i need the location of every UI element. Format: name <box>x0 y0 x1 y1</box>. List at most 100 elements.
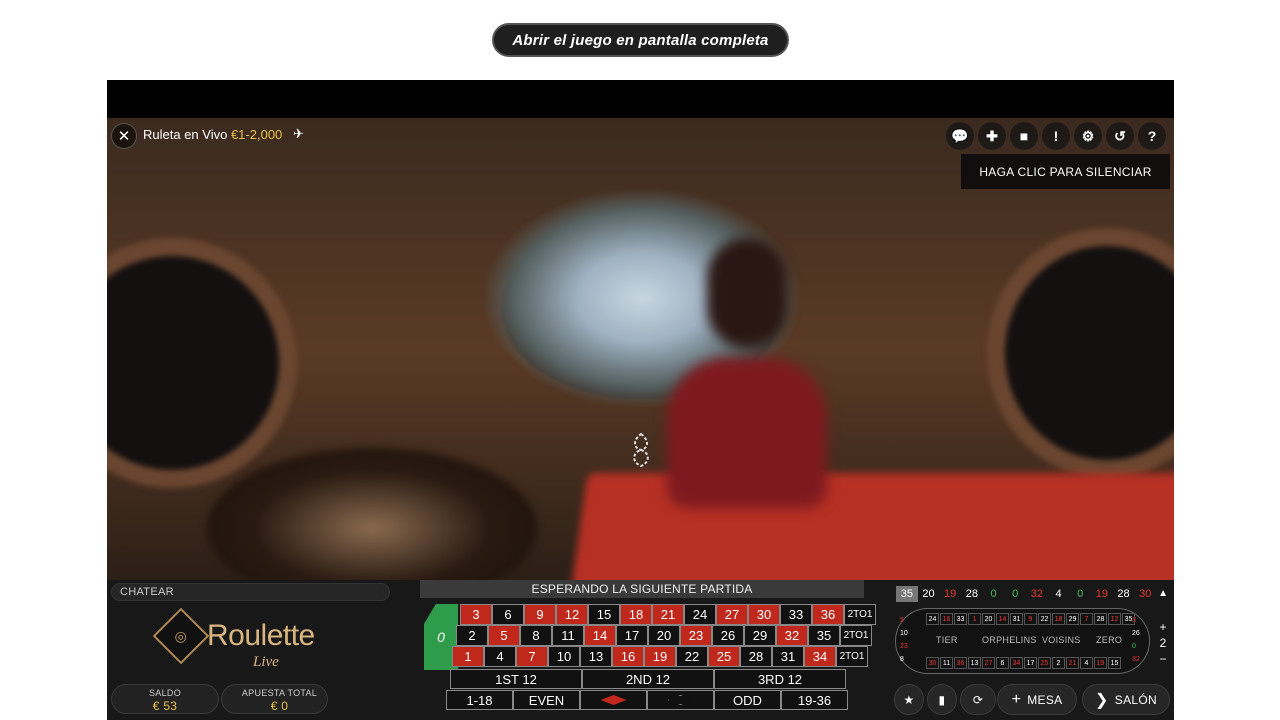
bet-dozen[interactable]: 2ND 12 <box>582 669 714 689</box>
bet-number[interactable]: 4 <box>484 646 516 667</box>
bet-number[interactable]: 14 <box>584 625 616 646</box>
bet-number[interactable]: 11 <box>552 625 584 646</box>
bet-outside[interactable]: 1-18 <box>446 690 513 710</box>
bet-number[interactable]: 34 <box>804 646 836 667</box>
racetrack-number[interactable]: 7 <box>1080 613 1093 625</box>
racetrack-number[interactable]: 20 <box>982 613 995 625</box>
bet-number[interactable]: 29 <box>744 625 776 646</box>
accessibility-icon[interactable]: ✚ <box>978 122 1006 150</box>
bet-number[interactable]: 18 <box>620 604 652 625</box>
racetrack-number[interactable]: 16 <box>940 613 953 625</box>
racetrack[interactable]: TIER ORPHELINS VOISINS ZERO 24 16 33 1 20 14 3… <box>895 608 1150 674</box>
camera-icon[interactable]: ■ <box>1010 122 1038 150</box>
racetrack-number[interactable]: 36 <box>954 657 967 669</box>
chat-input[interactable]: CHATEAR <box>111 583 390 601</box>
bet-number[interactable]: 20 <box>648 625 680 646</box>
bet-dozen[interactable]: 1ST 12 <box>450 669 582 689</box>
racetrack-number[interactable]: 6 <box>996 657 1009 669</box>
bet-number[interactable]: 26 <box>712 625 744 646</box>
racetrack-number[interactable]: 8 <box>900 656 904 663</box>
bet-number[interactable]: 28 <box>740 646 772 667</box>
help-icon[interactable]: ? <box>1138 122 1166 150</box>
racetrack-number[interactable]: 3 <box>1132 617 1136 624</box>
bet-outside[interactable]: 19-36 <box>781 690 848 710</box>
bet-number[interactable]: 6 <box>492 604 524 625</box>
statistics-button[interactable]: ▮ <box>927 684 957 715</box>
bet-number[interactable]: 22 <box>676 646 708 667</box>
racetrack-number[interactable]: 19 <box>1094 657 1107 669</box>
bet-number[interactable]: 12 <box>556 604 588 625</box>
bet-number[interactable]: 15 <box>588 604 620 625</box>
race-label-orphelins[interactable]: ORPHELINS <box>982 635 1037 645</box>
racetrack-number[interactable]: 11 <box>940 657 953 669</box>
racetrack-number[interactable]: 2 <box>1052 657 1065 669</box>
bet-column[interactable]: 2TO1 <box>844 604 876 625</box>
bet-number[interactable]: 8 <box>520 625 552 646</box>
repeat-button[interactable]: ⟳ <box>960 684 996 715</box>
racetrack-number[interactable]: 15 <box>1108 657 1121 669</box>
racetrack-number[interactable]: 29 <box>1066 613 1079 625</box>
bet-number[interactable]: 24 <box>684 604 716 625</box>
racetrack-number[interactable]: 5 <box>900 617 904 624</box>
bet-number[interactable]: 33 <box>780 604 812 625</box>
racetrack-number[interactable]: 28 <box>1094 613 1107 625</box>
bet-column[interactable]: 2TO1 <box>836 646 868 667</box>
gear-icon[interactable]: ⚙ <box>1074 122 1102 150</box>
racetrack-number[interactable]: 33 <box>954 613 967 625</box>
bet-number[interactable]: 31 <box>772 646 804 667</box>
bet-outside[interactable]: ODD <box>714 690 781 710</box>
race-label-voisins[interactable]: VOISINS <box>1042 635 1081 645</box>
lobby-button[interactable]: ❯ SALÓN <box>1082 684 1170 715</box>
bet-number[interactable]: 21 <box>652 604 684 625</box>
bet-number[interactable]: 9 <box>524 604 556 625</box>
racetrack-number[interactable]: 4 <box>1080 657 1093 669</box>
bet-number[interactable]: 35 <box>808 625 840 646</box>
bet-number[interactable]: 5 <box>488 625 520 646</box>
racetrack-number[interactable]: 32 <box>1132 656 1140 663</box>
bet-number[interactable]: 36 <box>812 604 844 625</box>
bet-number[interactable]: 27 <box>716 604 748 625</box>
bet-number[interactable]: 1 <box>452 646 484 667</box>
favorites-button[interactable]: ★ <box>894 684 924 715</box>
racetrack-number[interactable]: 25 <box>1038 657 1051 669</box>
racetrack-number[interactable]: 17 <box>1024 657 1037 669</box>
table-button[interactable]: + MESA <box>997 684 1077 715</box>
bet-number[interactable]: 16 <box>612 646 644 667</box>
alert-icon[interactable]: ! <box>1042 122 1070 150</box>
close-icon[interactable]: ✕ <box>111 123 137 149</box>
bet-column[interactable]: 2TO1 <box>840 625 872 646</box>
bet-number[interactable]: 19 <box>644 646 676 667</box>
racetrack-number[interactable]: 23 <box>900 643 908 650</box>
bet-outside[interactable] <box>580 690 647 710</box>
racetrack-number[interactable]: 27 <box>982 657 995 669</box>
bet-number[interactable]: 3 <box>460 604 492 625</box>
chat-icon[interactable]: 💬 <box>946 122 974 150</box>
racetrack-number[interactable]: 0 <box>1132 643 1136 650</box>
bet-number[interactable]: 17 <box>616 625 648 646</box>
racetrack-number[interactable]: 18 <box>1052 613 1065 625</box>
racetrack-number[interactable]: 9 <box>1024 613 1037 625</box>
zoom-out-icon[interactable]: − <box>1156 652 1170 666</box>
bet-number[interactable]: 25 <box>708 646 740 667</box>
mute-tooltip[interactable]: HAGA CLIC PARA SILENCIAR <box>961 154 1170 189</box>
bet-number[interactable]: 23 <box>680 625 712 646</box>
fullscreen-button[interactable]: Abrir el juego en pantalla completa <box>492 23 789 57</box>
bet-number[interactable]: 32 <box>776 625 808 646</box>
racetrack-number[interactable]: 31 <box>1010 613 1023 625</box>
bet-number[interactable]: 2 <box>456 625 488 646</box>
race-label-zero[interactable]: ZERO <box>1096 635 1122 645</box>
racetrack-number[interactable]: 12 <box>1108 613 1121 625</box>
bet-outside[interactable] <box>647 690 714 710</box>
bet-number[interactable]: 7 <box>516 646 548 667</box>
zoom-in-icon[interactable]: + <box>1156 620 1170 634</box>
racetrack-number[interactable]: 26 <box>1132 630 1140 637</box>
racetrack-number[interactable]: 10 <box>900 630 908 637</box>
bet-outside[interactable]: EVEN <box>513 690 580 710</box>
racetrack-number[interactable]: 13 <box>968 657 981 669</box>
table-limits[interactable]: €1-2,000 <box>231 127 282 142</box>
expand-history-icon[interactable]: ▲ <box>1158 586 1168 602</box>
history-icon[interactable]: ↺ <box>1106 122 1134 150</box>
bet-dozen[interactable]: 3RD 12 <box>714 669 846 689</box>
racetrack-number[interactable]: 14 <box>996 613 1009 625</box>
bet-number[interactable]: 13 <box>580 646 612 667</box>
